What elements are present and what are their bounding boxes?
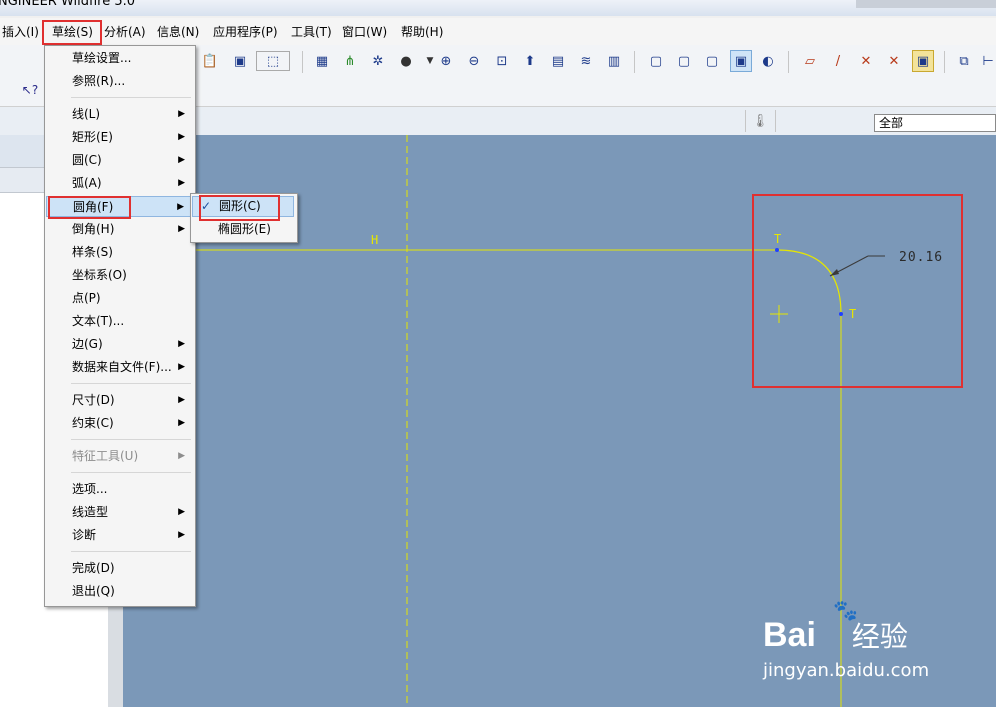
horizontal-constraint-label: H	[371, 233, 378, 247]
shaded-icon[interactable]: ▣	[730, 50, 752, 72]
menu-item-options[interactable]: 选项...	[46, 479, 107, 500]
select-box-icon[interactable]: ⬚	[256, 51, 290, 71]
watermark-brand: Bai 经验	[763, 616, 908, 654]
enhanced-realism-icon[interactable]: ◐	[758, 51, 778, 71]
fillet-item-highlight	[48, 196, 131, 219]
context-help-icon[interactable]: ↖?	[20, 80, 40, 100]
menu-bar: 插入(I) 草绘(S) 分析(A) 信息(N) 应用程序(P) 工具(T) 窗口…	[0, 18, 996, 46]
fillet-highlight-box	[752, 194, 963, 388]
submenu-arrow-icon: ▶	[178, 339, 185, 349]
menu-item-diagnostics[interactable]: 诊断 ▶	[46, 525, 193, 546]
sketch-menu-highlight	[42, 20, 102, 45]
datum-axes-icon[interactable]: /	[828, 51, 848, 71]
submenu-arrow-icon: ▶	[178, 178, 185, 188]
reorient-icon[interactable]: ⬆	[520, 51, 540, 71]
zoom-in-icon[interactable]: ⊕	[436, 51, 456, 71]
menu-item-done[interactable]: 完成(D)	[46, 558, 115, 579]
menu-item-spline[interactable]: 样条(S)	[46, 242, 113, 263]
submenu-arrow-icon: ▶	[178, 451, 185, 461]
circular-item-highlight	[199, 195, 280, 221]
menu-applications[interactable]: 应用程序(P)	[213, 23, 278, 40]
datum-display-icon[interactable]: ⋔	[340, 51, 360, 71]
coordinate-systems-icon[interactable]: ✕	[884, 51, 904, 71]
sketch-view-icon[interactable]: ⊢	[978, 51, 996, 71]
setup-icon[interactable]: ▥	[604, 51, 624, 71]
submenu-arrow-icon: ▶	[178, 155, 185, 165]
menu-item-data-from-file[interactable]: 数据来自文件(F)... ▶	[46, 357, 193, 378]
submenu-arrow-icon: ▶	[178, 530, 185, 540]
paste-icon[interactable]: 📋	[200, 51, 220, 71]
menu-info[interactable]: 信息(N)	[157, 23, 199, 40]
submenu-item-elliptical[interactable]: 椭圆形(E)	[192, 219, 294, 240]
menu-item-sketch-setup[interactable]: 草绘设置...	[46, 48, 131, 69]
menu-item-feature-tools: 特征工具(U) ▶	[46, 446, 193, 467]
no-hidden-icon[interactable]: ▢	[702, 51, 722, 71]
menu-item-point[interactable]: 点(P)	[46, 288, 101, 309]
menu-item-line-style[interactable]: 线造型 ▶	[46, 502, 193, 523]
menu-item-references[interactable]: 参照(R)...	[46, 71, 125, 92]
app-title: NGINEER Wildfire 5.0	[0, 0, 136, 9]
model-tree-icon[interactable]: ⧉	[954, 51, 974, 71]
menu-item-constraint[interactable]: 约束(C) ▶	[46, 413, 193, 434]
submenu-arrow-icon: ▶	[178, 395, 185, 405]
menu-item-text[interactable]: 文本(T)...	[46, 311, 124, 332]
menu-item-edge[interactable]: 边(G) ▶	[46, 334, 193, 355]
menu-item-rectangle[interactable]: 矩形(E) ▶	[46, 127, 193, 148]
filter-combo[interactable]: 全部	[874, 114, 996, 132]
sketch-dropdown-menu: 草绘设置... 参照(R)... 线(L) ▶ 矩形(E) ▶ 圆(C) ▶ 弧(A)…	[44, 45, 196, 607]
menu-item-dimension[interactable]: 尺寸(D) ▶	[46, 390, 193, 411]
menu-help[interactable]: 帮助(H)	[401, 23, 443, 40]
watermark-url: jingyan.baidu.com	[763, 660, 930, 681]
title-bar: NGINEER Wildfire 5.0	[0, 0, 996, 16]
title-bar-right	[856, 0, 996, 8]
menu-tools[interactable]: 工具(T)	[291, 23, 332, 40]
submenu-arrow-icon: ▶	[178, 109, 185, 119]
datum-points-icon[interactable]: ✕	[856, 51, 876, 71]
menu-item-coordinate-system[interactable]: 坐标系(O)	[46, 265, 127, 286]
menu-item-chamfer[interactable]: 倒角(H) ▶	[46, 219, 193, 240]
spin-center-icon[interactable]: ✲	[368, 51, 388, 71]
shading-icon[interactable]: ●	[396, 51, 416, 71]
submenu-arrow-icon: ▶	[177, 202, 184, 212]
layers-icon[interactable]: ≋	[576, 51, 596, 71]
datum-planes-icon[interactable]: ▱	[800, 51, 820, 71]
menu-analysis[interactable]: 分析(A)	[104, 23, 146, 40]
zoom-out-icon[interactable]: ⊖	[464, 51, 484, 71]
hidden-line-icon[interactable]: ▢	[674, 51, 694, 71]
thermometer-icon[interactable]: 🌡	[750, 111, 770, 131]
submenu-arrow-icon: ▶	[178, 418, 185, 428]
menu-item-arc[interactable]: 弧(A) ▶	[46, 173, 193, 194]
menu-item-circle[interactable]: 圆(C) ▶	[46, 150, 193, 171]
menu-window[interactable]: 窗口(W)	[342, 23, 387, 40]
wireframe-icon[interactable]: ▢	[646, 51, 666, 71]
menu-item-line[interactable]: 线(L) ▶	[46, 104, 193, 125]
annotation-display-icon[interactable]: ▣	[912, 50, 934, 72]
saved-views-icon[interactable]: ▤	[548, 51, 568, 71]
submenu-arrow-icon: ▶	[178, 132, 185, 142]
binoculars-icon[interactable]: ▣	[230, 51, 250, 71]
refit-icon[interactable]: ⊡	[492, 51, 512, 71]
submenu-arrow-icon: ▶	[178, 507, 185, 517]
submenu-arrow-icon: ▶	[178, 224, 185, 234]
menu-item-quit[interactable]: 退出(Q)	[46, 581, 115, 602]
submenu-arrow-icon: ▶	[178, 362, 185, 372]
menu-insert[interactable]: 插入(I)	[2, 23, 39, 40]
redraw-icon[interactable]: ▦	[312, 51, 332, 71]
